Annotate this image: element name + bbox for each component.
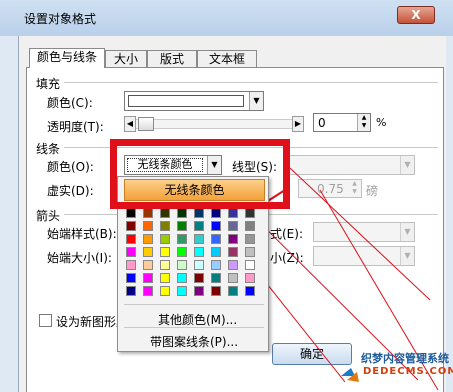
- highlight-box: [110, 139, 290, 209]
- color-swatch[interactable]: [126, 260, 136, 270]
- watermark-brand: 织梦内容管理系统: [361, 352, 449, 365]
- color-swatch[interactable]: [160, 286, 170, 296]
- color-swatch[interactable]: [143, 208, 153, 218]
- color-swatch[interactable]: [211, 260, 221, 270]
- color-swatch[interactable]: [228, 273, 238, 283]
- color-palette: [126, 208, 266, 298]
- color-swatch[interactable]: [245, 247, 255, 257]
- color-swatch[interactable]: [143, 234, 153, 244]
- color-swatch[interactable]: [160, 208, 170, 218]
- color-swatch[interactable]: [177, 234, 187, 244]
- color-swatch[interactable]: [211, 286, 221, 296]
- color-swatch[interactable]: [194, 260, 204, 270]
- color-swatch[interactable]: [143, 221, 153, 231]
- color-swatch[interactable]: [245, 260, 255, 270]
- tab-colors-lines[interactable]: 颜色与线条: [29, 48, 105, 68]
- color-swatch[interactable]: [143, 247, 153, 257]
- color-swatch[interactable]: [211, 234, 221, 244]
- watermark-url: DEDECMS.COM: [363, 366, 453, 377]
- color-swatch[interactable]: [177, 286, 187, 296]
- color-swatch[interactable]: [143, 286, 153, 296]
- color-swatch[interactable]: [194, 273, 204, 283]
- popup-separator: [124, 327, 264, 328]
- color-swatch[interactable]: [160, 260, 170, 270]
- color-swatch[interactable]: [126, 208, 136, 218]
- color-swatch[interactable]: [177, 260, 187, 270]
- color-swatch[interactable]: [228, 234, 238, 244]
- color-swatch[interactable]: [194, 208, 204, 218]
- color-swatch[interactable]: [211, 247, 221, 257]
- color-swatch[interactable]: [245, 208, 255, 218]
- color-swatch[interactable]: [245, 286, 255, 296]
- color-swatch[interactable]: [245, 273, 255, 283]
- color-swatch[interactable]: [126, 247, 136, 257]
- pattern-line-item[interactable]: 带图案线条(P)...: [150, 333, 238, 350]
- color-swatch[interactable]: [177, 273, 187, 283]
- color-swatch[interactable]: [211, 208, 221, 218]
- more-colors-item[interactable]: 其他颜色(M)...: [158, 311, 237, 328]
- color-swatch[interactable]: [126, 273, 136, 283]
- color-swatch[interactable]: [160, 247, 170, 257]
- color-swatch[interactable]: [160, 234, 170, 244]
- color-swatch[interactable]: [143, 273, 153, 283]
- color-swatch[interactable]: [245, 221, 255, 231]
- color-swatch[interactable]: [177, 208, 187, 218]
- color-swatch[interactable]: [228, 286, 238, 296]
- color-swatch[interactable]: [126, 221, 136, 231]
- color-swatch[interactable]: [143, 260, 153, 270]
- color-swatch[interactable]: [126, 234, 136, 244]
- color-swatch[interactable]: [160, 273, 170, 283]
- color-swatch[interactable]: [177, 221, 187, 231]
- color-swatch[interactable]: [160, 221, 170, 231]
- color-swatch[interactable]: [126, 286, 136, 296]
- color-swatch[interactable]: [211, 273, 221, 283]
- color-swatch[interactable]: [228, 208, 238, 218]
- color-swatch[interactable]: [194, 221, 204, 231]
- color-swatch[interactable]: [228, 247, 238, 257]
- color-swatch[interactable]: [177, 247, 187, 257]
- color-swatch[interactable]: [245, 234, 255, 244]
- color-swatch[interactable]: [211, 221, 221, 231]
- color-swatch[interactable]: [194, 247, 204, 257]
- popup-separator: [124, 304, 264, 305]
- watermark-logo: 织梦内容管理系统 DEDECMS.COM: [337, 346, 453, 392]
- color-swatch[interactable]: [228, 260, 238, 270]
- color-swatch[interactable]: [194, 286, 204, 296]
- color-swatch[interactable]: [228, 221, 238, 231]
- color-swatch[interactable]: [194, 234, 204, 244]
